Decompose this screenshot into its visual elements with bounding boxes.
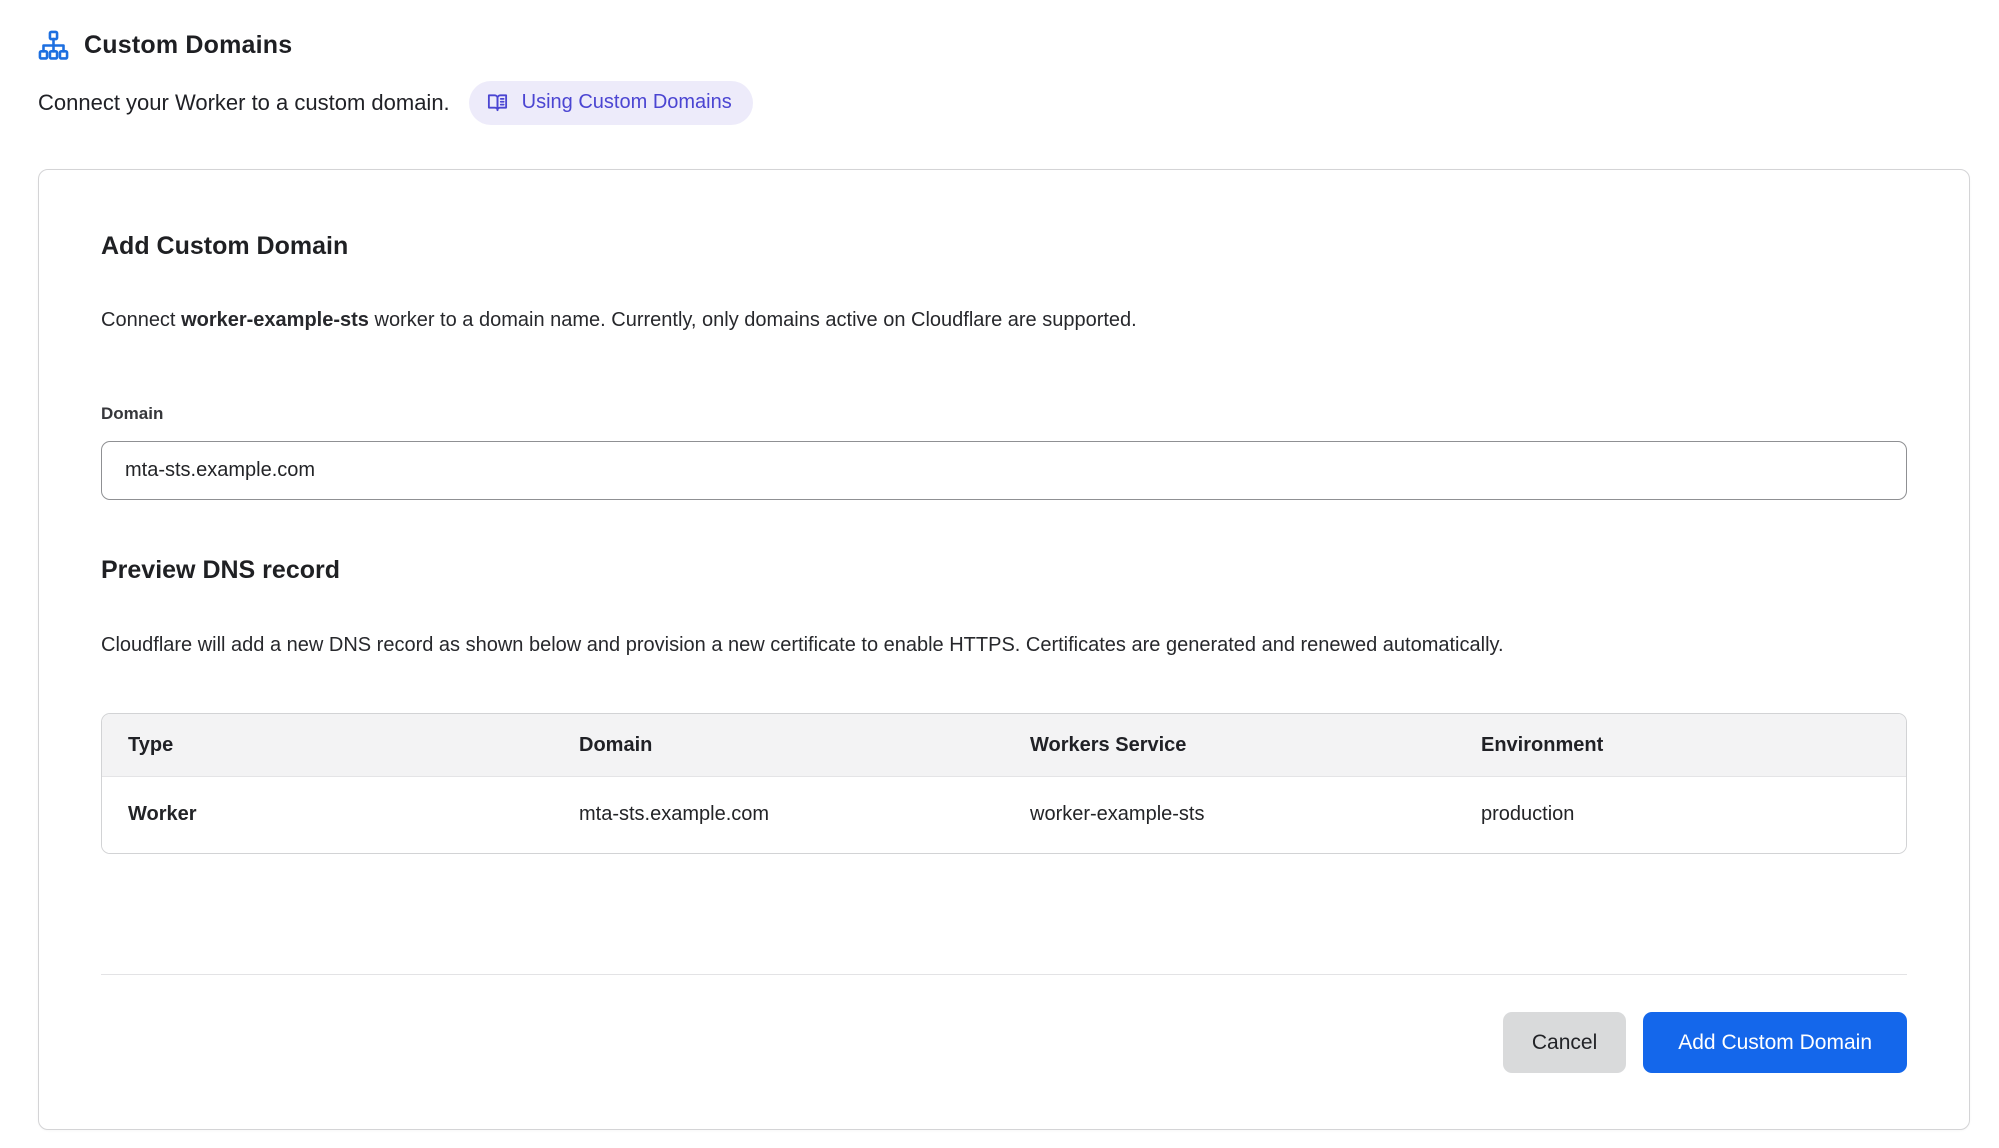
book-icon	[486, 91, 509, 114]
table-row: Worker mta-sts.example.com worker-exampl…	[102, 777, 1906, 854]
doc-link-label: Using Custom Domains	[522, 91, 732, 114]
title-row: Custom Domains	[38, 30, 1961, 61]
add-custom-domain-card: Add Custom Domain Connect worker-example…	[38, 169, 1970, 1130]
card-description: Connect worker-example-sts worker to a d…	[101, 309, 1907, 332]
preview-dns-description: Cloudflare will add a new DNS record as …	[101, 625, 1576, 665]
column-header-environment: Environment	[1455, 714, 1906, 777]
page-subtitle: Connect your Worker to a custom domain.	[38, 90, 450, 116]
card-heading: Add Custom Domain	[101, 232, 1907, 261]
page-header: Custom Domains Connect your Worker to a …	[0, 0, 1999, 125]
page-title: Custom Domains	[84, 31, 292, 60]
cell-environment: production	[1455, 777, 1906, 854]
worker-name: worker-example-sts	[181, 309, 369, 331]
dns-preview-table: Type Domain Workers Service Environment …	[101, 713, 1907, 854]
column-header-type: Type	[102, 714, 553, 777]
footer-divider	[101, 974, 1907, 975]
add-custom-domain-button[interactable]: Add Custom Domain	[1643, 1012, 1907, 1073]
desc-suffix: worker to a domain name. Currently, only…	[369, 309, 1137, 331]
cancel-button[interactable]: Cancel	[1503, 1012, 1626, 1073]
hierarchy-icon	[38, 30, 69, 61]
preview-dns-heading: Preview DNS record	[101, 556, 1907, 585]
column-header-workers-service: Workers Service	[1004, 714, 1455, 777]
cell-domain: mta-sts.example.com	[553, 777, 1004, 854]
using-custom-domains-link[interactable]: Using Custom Domains	[469, 81, 753, 125]
domain-input[interactable]	[101, 441, 1907, 500]
cell-workers-service: worker-example-sts	[1004, 777, 1455, 854]
subtitle-row: Connect your Worker to a custom domain. …	[38, 81, 1961, 125]
desc-prefix: Connect	[101, 309, 181, 331]
cell-type: Worker	[102, 777, 553, 854]
domain-label: Domain	[101, 404, 1907, 424]
table-header-row: Type Domain Workers Service Environment	[102, 714, 1906, 777]
column-header-domain: Domain	[553, 714, 1004, 777]
card-actions: Cancel Add Custom Domain	[101, 1012, 1907, 1073]
